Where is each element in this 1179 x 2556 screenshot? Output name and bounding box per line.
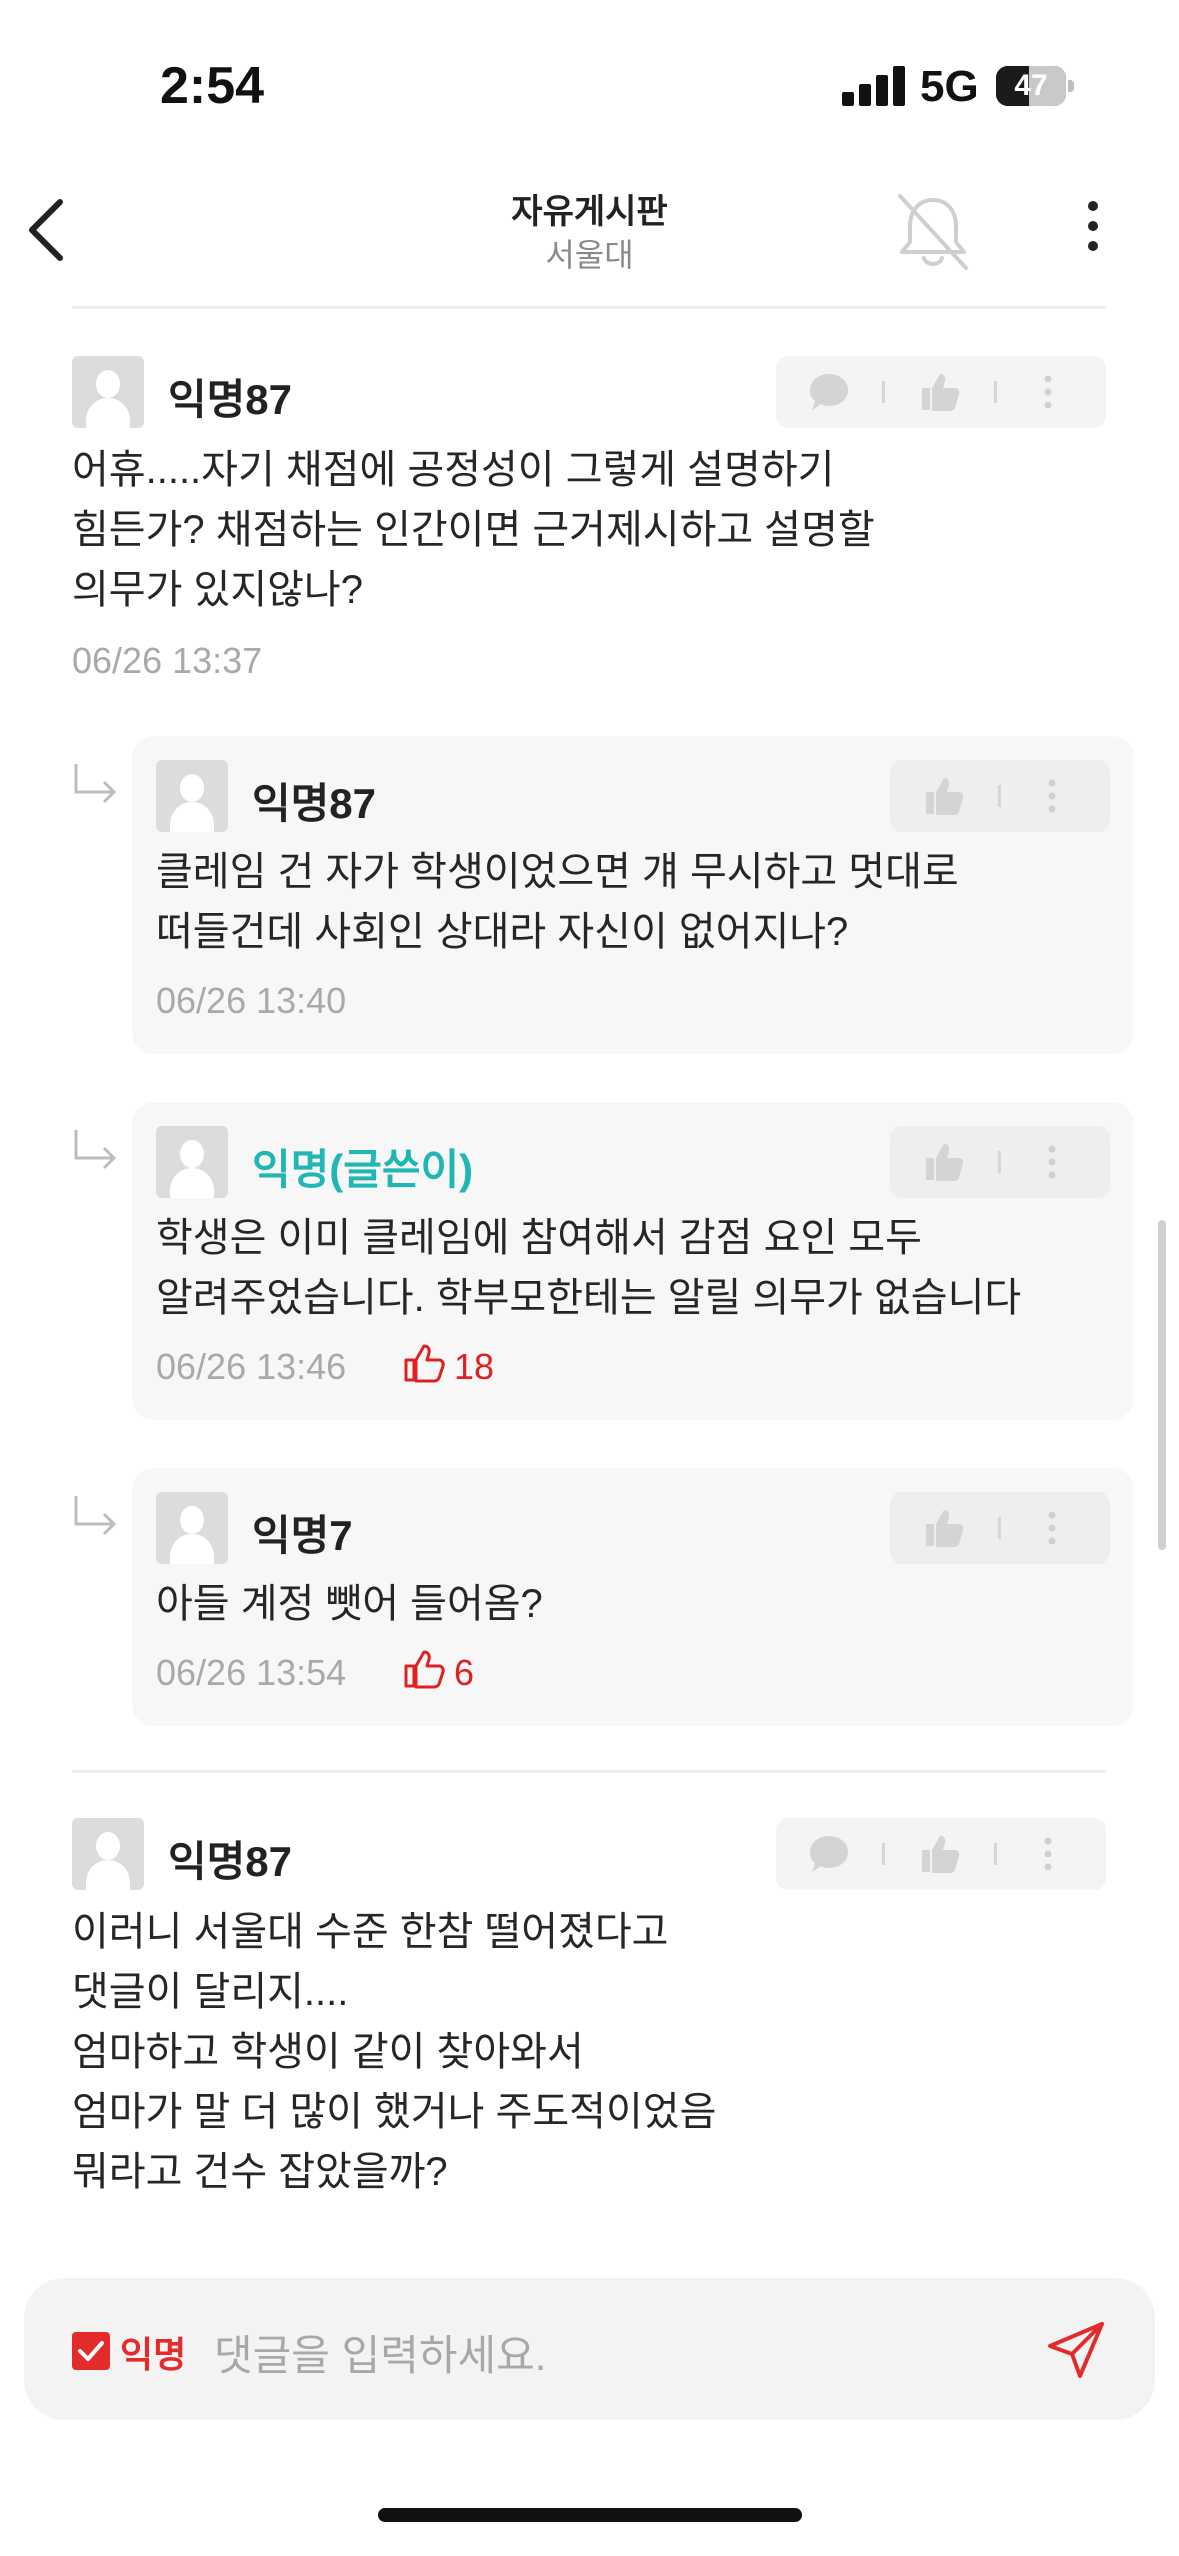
comment-text: 학생은 이미 클레임에 참여해서 감점 요인 모두 알려주었습니다. 학부모한테…	[156, 1216, 1022, 1320]
like-count-icon	[404, 1650, 445, 1689]
comment-time: 06/26 13:46	[156, 1346, 347, 1387]
comment-actions	[890, 760, 1110, 832]
battery-level: 47	[1014, 69, 1048, 102]
status-time: 2:54	[160, 57, 265, 115]
reply-card: 익명(글쓴이) 학생은 이미 클레임에 참여해서 감점 요인 모두 알려주었습니…	[132, 1102, 1134, 1420]
avatar	[72, 1818, 144, 1890]
more-vertical-icon[interactable]	[1046, 1510, 1058, 1546]
thumbs-up-icon[interactable]	[922, 1140, 964, 1182]
notification-toggle-button[interactable]	[888, 186, 978, 276]
comment-nickname: 익명87	[168, 376, 292, 423]
like-count: 18	[454, 1346, 495, 1387]
network-type: 5G	[920, 62, 979, 111]
thumbs-up-icon[interactable]	[918, 370, 960, 412]
avatar	[72, 356, 144, 428]
more-vertical-icon[interactable]	[1042, 1836, 1054, 1872]
checkmark-icon	[78, 2341, 104, 2361]
page-subtitle: 서울대	[545, 237, 634, 273]
reply-arrow-icon	[74, 1496, 117, 1536]
comment-actions	[890, 1492, 1110, 1564]
anonymous-checkbox[interactable]	[72, 2332, 110, 2370]
comment-input[interactable]: 댓글을 입력하세요.	[214, 2322, 546, 2383]
like-count: 6	[454, 1652, 475, 1693]
more-vertical-icon[interactable]	[1046, 1144, 1058, 1180]
comment-text: 이러니 서울대 수준 한참 떨어졌다고 댓글이 달리지.... 엄마하고 학생이…	[72, 1910, 717, 2194]
comment-nickname-author: 익명(글쓴이)	[252, 1146, 474, 1193]
more-options-button[interactable]	[1078, 196, 1108, 256]
avatar	[156, 1492, 228, 1564]
header-divider	[72, 306, 1106, 309]
home-indicator	[378, 2508, 802, 2522]
avatar	[156, 1126, 228, 1198]
bell-off-icon	[898, 194, 968, 270]
comment-actions	[776, 1818, 1106, 1890]
comment-actions	[890, 1126, 1110, 1198]
cellular-signal-icon	[842, 66, 906, 106]
avatar	[156, 760, 228, 832]
comment-text: 아들 계정 뺏어 들어옴?	[156, 1582, 543, 1626]
anonymous-label[interactable]: 익명	[120, 2326, 186, 2378]
comment-nickname: 익명87	[252, 780, 376, 827]
reply-card: 익명7 아들 계정 뺏어 들어옴? 06/26 13:54 6	[132, 1468, 1134, 1726]
battery-icon: 47	[996, 66, 1074, 106]
comment-time: 06/26 13:40	[156, 980, 347, 1021]
send-icon	[1048, 2322, 1104, 2378]
comment-input-bar	[24, 2278, 1155, 2420]
send-button[interactable]	[1046, 2318, 1108, 2380]
comment-text: 어휴.....자기 채점에 공정성이 그렇게 설명하기 힘든가? 채점하는 인간…	[72, 448, 875, 612]
reply-arrow-icon	[74, 1130, 117, 1170]
scrollbar[interactable]	[1158, 1220, 1166, 1550]
like-count-icon	[404, 1344, 445, 1383]
comment-actions	[776, 356, 1106, 428]
thumbs-up-icon[interactable]	[922, 1506, 964, 1548]
comment-divider	[72, 1770, 1106, 1773]
comment-nickname: 익명87	[168, 1838, 292, 1885]
comment-text: 클레임 건 자가 학생이었으면 걔 무시하고 멋대로 떠들건데 사회인 상대라 …	[156, 850, 959, 954]
thumbs-up-icon[interactable]	[918, 1832, 960, 1874]
page-title: 자유게시판	[511, 193, 668, 231]
comment-time: 06/26 13:37	[72, 640, 263, 681]
more-vertical-icon[interactable]	[1042, 374, 1054, 410]
more-vertical-icon[interactable]	[1046, 778, 1058, 814]
comment-nickname: 익명7	[252, 1512, 353, 1559]
reply-card: 익명87 클레임 건 자가 학생이었으면 걔 무시하고 멋대로 떠들건데 사회인…	[132, 736, 1134, 1054]
reply-icon[interactable]	[808, 1834, 850, 1874]
reply-icon[interactable]	[808, 372, 850, 412]
thumbs-up-icon[interactable]	[922, 774, 964, 816]
reply-arrow-icon	[74, 764, 117, 804]
more-vertical-icon	[1088, 201, 1098, 251]
comment-time: 06/26 13:54	[156, 1652, 347, 1693]
